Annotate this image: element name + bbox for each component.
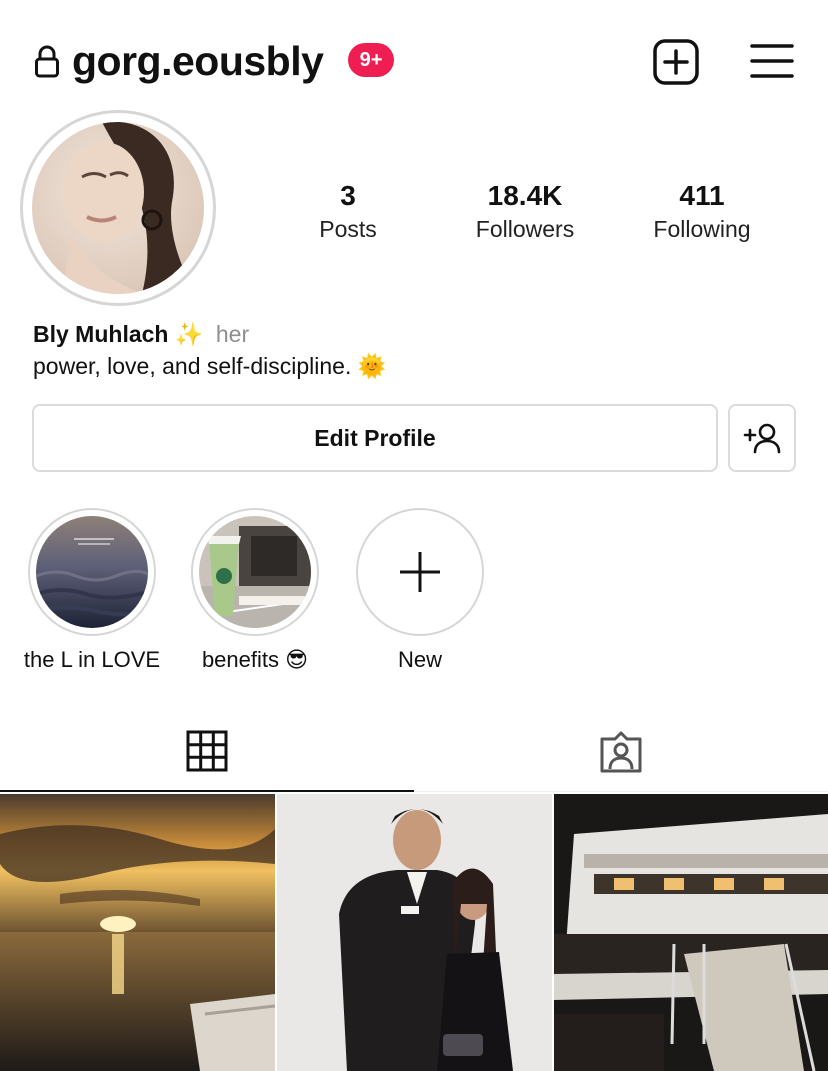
- highlight-cover: [36, 516, 148, 628]
- stat-posts-label: Posts: [319, 216, 377, 242]
- tagged-person-icon: [600, 731, 642, 772]
- stat-posts[interactable]: 3 Posts: [288, 180, 408, 246]
- highlight-ring: [191, 508, 319, 636]
- notification-badge[interactable]: 9+: [348, 43, 394, 77]
- stat-followers[interactable]: 18.4K Followers: [455, 180, 595, 246]
- plus-icon: [400, 552, 440, 592]
- sunglasses-emoji: 😎: [285, 647, 309, 672]
- highlight-label-row: benefits 😎: [180, 646, 330, 674]
- highlight-label: the L in LOVE: [23, 647, 161, 672]
- highlight-cover: [199, 516, 311, 628]
- highlight-benefits[interactable]: benefits 😎: [180, 508, 330, 674]
- avatar[interactable]: [32, 122, 204, 294]
- profile-tabs: [0, 712, 828, 792]
- profile-avatar-ring[interactable]: [20, 110, 216, 306]
- lock-icon: [35, 45, 59, 78]
- grid-icon: [186, 730, 228, 772]
- stat-following-value: 411: [679, 180, 725, 211]
- bio-text: power, love, and self-discipline.: [33, 353, 352, 379]
- tab-posts-grid[interactable]: [0, 712, 414, 792]
- profile-header: gorg.eousbly 9+: [0, 0, 828, 120]
- sparkles-emoji: ✨: [174, 321, 204, 347]
- highlight-ring: [28, 508, 156, 636]
- bio-text-row: power, love, and self-discipline. 🌞: [33, 350, 386, 382]
- username-title[interactable]: gorg.eousbly: [72, 38, 324, 85]
- highlight-label: New: [397, 647, 442, 672]
- add-person-icon: [743, 423, 781, 454]
- bio-name-row: Bly Muhlach ✨ her: [33, 318, 249, 350]
- stat-followers-value: 18.4K: [487, 180, 563, 211]
- posts-grid: [0, 794, 828, 1071]
- display-name: Bly Muhlach: [33, 321, 169, 347]
- stat-followers-label: Followers: [475, 216, 575, 242]
- hamburger-menu-icon[interactable]: [750, 42, 794, 80]
- highlight-label: benefits: [201, 647, 279, 672]
- highlight-new[interactable]: New: [345, 508, 495, 674]
- plus-square-icon[interactable]: [652, 38, 700, 86]
- sun-emoji: 🌞: [357, 353, 387, 379]
- edit-profile-button[interactable]: Edit Profile: [32, 404, 718, 472]
- discover-people-button[interactable]: [728, 404, 796, 472]
- stat-posts-value: 3: [340, 180, 356, 211]
- post-thumbnail[interactable]: [277, 794, 552, 1071]
- stat-following-label: Following: [653, 216, 751, 242]
- stat-following[interactable]: 411 Following: [632, 180, 772, 246]
- tab-tagged[interactable]: [414, 712, 828, 792]
- highlight-the-l-in-love[interactable]: the L in LOVE: [17, 508, 167, 674]
- new-highlight-circle: [356, 508, 484, 636]
- post-thumbnail[interactable]: [0, 794, 275, 1071]
- post-thumbnail[interactable]: [554, 794, 828, 1071]
- pronoun: her: [215, 321, 250, 347]
